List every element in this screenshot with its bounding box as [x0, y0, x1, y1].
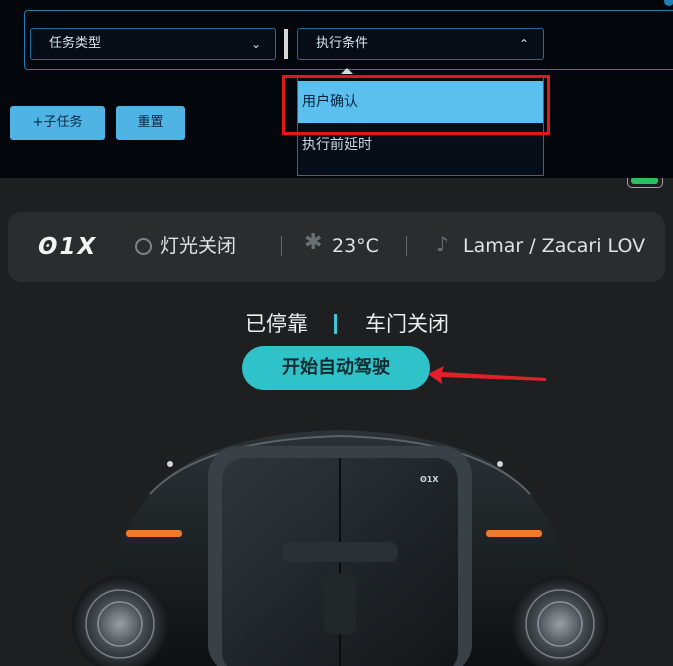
- battery-icon: [627, 178, 663, 188]
- music-icon: ♪: [436, 232, 449, 256]
- task-type-select[interactable]: 任务类型 ⌄: [30, 28, 276, 60]
- status-divider: [406, 236, 407, 256]
- option-user-confirm[interactable]: 用户确认: [298, 81, 543, 123]
- status-bar: ʘ1X 灯光关闭 ✱ 23°C ♪ Lamar / Zacari LOV: [8, 212, 665, 282]
- start-autodrive-button[interactable]: 开始自动驾驶: [242, 346, 430, 390]
- vehicle-badge: ʘ1X: [420, 475, 439, 484]
- door-status: 车门关闭: [365, 312, 449, 336]
- option-pre-execution-delay[interactable]: 执行前延时: [298, 129, 543, 161]
- select-divider: [284, 29, 288, 59]
- light-icon: [135, 238, 152, 255]
- vehicle-app-screen: ʘ1X 灯光关闭 ✱ 23°C ♪ Lamar / Zacari LOV 已停靠…: [0, 178, 673, 666]
- reset-button[interactable]: 重置: [116, 106, 185, 140]
- arrow-icon: [428, 366, 546, 384]
- chevron-up-icon: ⌃: [518, 37, 529, 51]
- task-type-value: 任务类型: [49, 36, 102, 51]
- add-subtask-button[interactable]: +子任务: [10, 106, 105, 140]
- vehicle-image: ʘ1X: [72, 430, 608, 666]
- task-config-panel: 任务类型 ⌄ 执行条件 ⌃ 用户确认 执行前延时 +子任务 重置: [0, 0, 673, 178]
- execution-condition-select[interactable]: 执行条件 ⌃: [297, 28, 544, 60]
- temperature-icon: ✱: [304, 230, 323, 255]
- park-status: 已停靠: [245, 312, 308, 336]
- dropdown-caret: [341, 68, 353, 74]
- condition-dropdown-menu: 用户确认 执行前延时: [297, 76, 544, 176]
- brand-logo: ʘ1X: [38, 234, 98, 260]
- now-playing-track[interactable]: Lamar / Zacari LOV: [463, 234, 645, 258]
- chevron-down-icon: ⌄: [250, 37, 261, 51]
- light-status[interactable]: 灯光关闭: [160, 234, 236, 258]
- status-divider: [281, 236, 282, 256]
- corner-indicator: [664, 0, 673, 6]
- temperature-value[interactable]: 23°C: [332, 234, 379, 258]
- status-separator: [334, 314, 337, 334]
- execution-condition-value: 执行条件: [316, 36, 369, 51]
